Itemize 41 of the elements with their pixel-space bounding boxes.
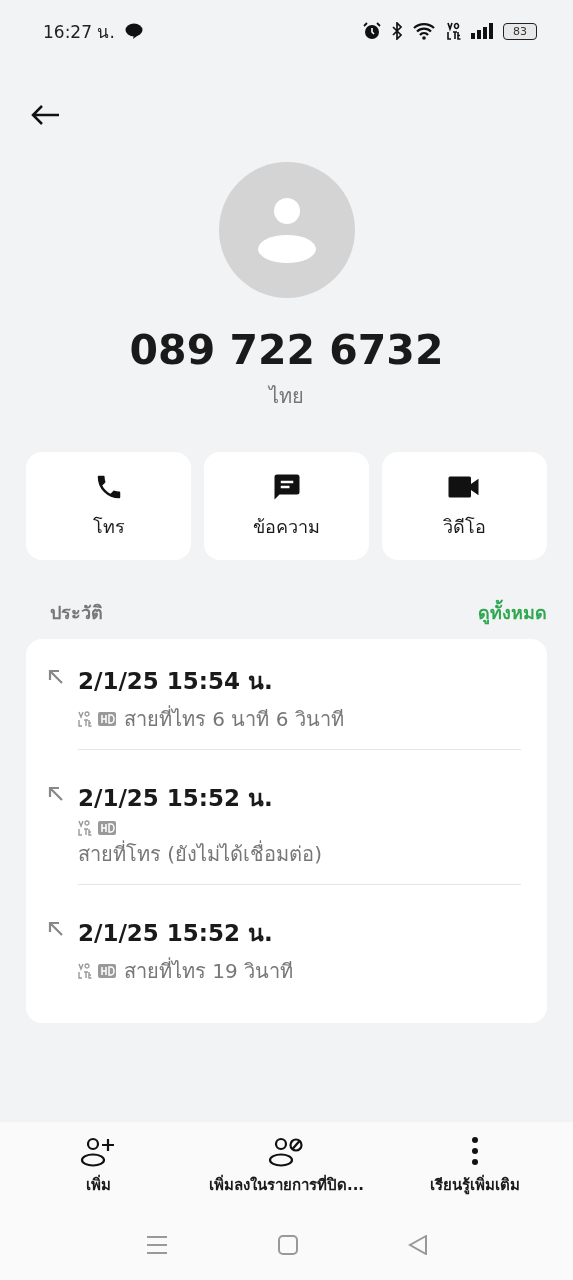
wifi-icon: [413, 22, 437, 40]
volte-icon: [447, 22, 461, 40]
alarm-icon: [363, 22, 381, 40]
back-nav-button[interactable]: [407, 1235, 428, 1255]
battery-indicator: 83: [503, 22, 537, 40]
block-button[interactable]: เพิ่มลงในรายการที่ปิด...: [176, 1134, 397, 1198]
location-text: ไทย: [267, 383, 305, 410]
hd-icon: [98, 712, 116, 726]
triangle-back-icon: [407, 1235, 428, 1255]
volte-icon: [78, 711, 92, 727]
video-button[interactable]: วิดีโอ: [382, 452, 547, 560]
call-detail: สายที่โทร (ยังไม่ได้เชื่อมต่อ): [78, 839, 322, 868]
menu-icon: [145, 1235, 168, 1255]
message-button[interactable]: ข้อความ: [204, 452, 369, 560]
outgoing-call-icon: [48, 921, 64, 937]
call-time: 2/1/25 15:54 น.: [78, 667, 274, 696]
call-detail: สายที่ไทร 19 วินาที: [124, 956, 294, 985]
call-detail: สายที่ไทร 6 นาที 6 วินาที: [124, 704, 344, 733]
back-arrow-icon: [30, 104, 60, 126]
outgoing-call-icon: [48, 669, 64, 685]
hd-icon: [98, 821, 116, 835]
history-title: ประวัติ: [50, 601, 103, 625]
status-time: 16:27 น.: [43, 20, 115, 44]
phone-number: 089 722 6732: [128, 326, 445, 374]
call-time: 2/1/25 15:52 น.: [78, 784, 274, 813]
signal-icon: [471, 23, 493, 39]
home-button[interactable]: [277, 1235, 298, 1255]
bluetooth-icon: [391, 22, 403, 40]
more-button[interactable]: เรียนรู้เพิ่มเติม: [396, 1134, 553, 1198]
call-button[interactable]: โทร: [26, 452, 191, 560]
menu-button[interactable]: [145, 1235, 168, 1255]
hd-icon: [98, 964, 116, 978]
square-icon: [277, 1235, 298, 1255]
volte-icon: [78, 963, 92, 979]
chat-app-icon: [124, 23, 143, 39]
outgoing-call-icon: [48, 786, 64, 802]
add-button[interactable]: เพิ่ม: [20, 1134, 177, 1198]
volte-icon: [78, 820, 92, 836]
person-icon: [256, 197, 317, 263]
call-time: 2/1/25 15:52 น.: [78, 919, 274, 948]
more-icon: [469, 1135, 480, 1167]
